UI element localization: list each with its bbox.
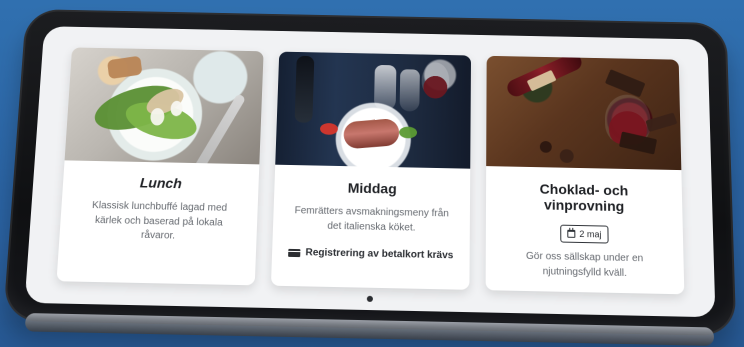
chocolate-bar-decoration (604, 69, 646, 98)
chocolate-bar-decoration (645, 112, 678, 132)
steak-decoration (342, 117, 401, 150)
wine-glass-decoration (421, 62, 450, 99)
tablet-screen: Lunch Klassisk lunchbuffé lagad med kärl… (24, 26, 716, 318)
dinner-card[interactable]: Middag Femrätters avsmakningsmeny från d… (270, 51, 472, 290)
lunch-image (64, 47, 264, 165)
bottle-decoration (294, 55, 315, 123)
vegetable-decoration (319, 122, 339, 135)
payment-requirement-text: Registrering av betalkort krävs (305, 247, 454, 262)
truffle-decoration (539, 140, 552, 153)
truffle-decoration (559, 149, 574, 164)
card-description: Gör oss sällskap under en njutningsfylld… (526, 250, 644, 279)
home-indicator (366, 295, 374, 302)
lunch-card[interactable]: Lunch Klassisk lunchbuffé lagad med kärl… (56, 47, 264, 286)
card-title: Choklad- och vinprovning (539, 181, 629, 214)
water-glass-decoration (399, 69, 420, 112)
bread-decoration (107, 55, 143, 80)
fork-decoration (193, 93, 247, 165)
chocolate-wine-card-content: Choklad- och vinprovning 2 maj Gör oss s… (486, 166, 685, 294)
credit-card-icon (288, 248, 301, 258)
payment-card-requirement: Registrering av betalkort krävs (288, 247, 454, 262)
chocolate-wine-image (486, 55, 682, 171)
card-description: Klassisk lunchbuffé lagad med kärlek och… (91, 200, 228, 242)
scene-background: Lunch Klassisk lunchbuffé lagad med kärl… (0, 0, 744, 347)
calendar-icon (567, 229, 576, 238)
dinner-card-content: Middag Femrätters avsmakningsmeny från d… (271, 165, 470, 290)
card-title: Middag (347, 179, 397, 197)
tablet-device: Lunch Klassisk lunchbuffé lagad med kärl… (2, 9, 737, 337)
vegetable-decoration (399, 126, 418, 139)
chocolate-bar-decoration (618, 131, 658, 155)
experience-card-grid: Lunch Klassisk lunchbuffé lagad med kärl… (56, 47, 685, 295)
event-date: 2 maj (579, 229, 602, 240)
dinner-image (275, 51, 472, 169)
lunch-card-content: Lunch Klassisk lunchbuffé lagad med kärl… (57, 160, 260, 285)
card-description: Femrätters avsmakningsmeny från det ital… (294, 205, 449, 234)
water-glass-decoration (373, 64, 397, 112)
card-title: Lunch (139, 174, 183, 192)
chocolate-wine-card[interactable]: Choklad- och vinprovning 2 maj Gör oss s… (485, 55, 685, 295)
date-badge: 2 maj (560, 224, 609, 244)
